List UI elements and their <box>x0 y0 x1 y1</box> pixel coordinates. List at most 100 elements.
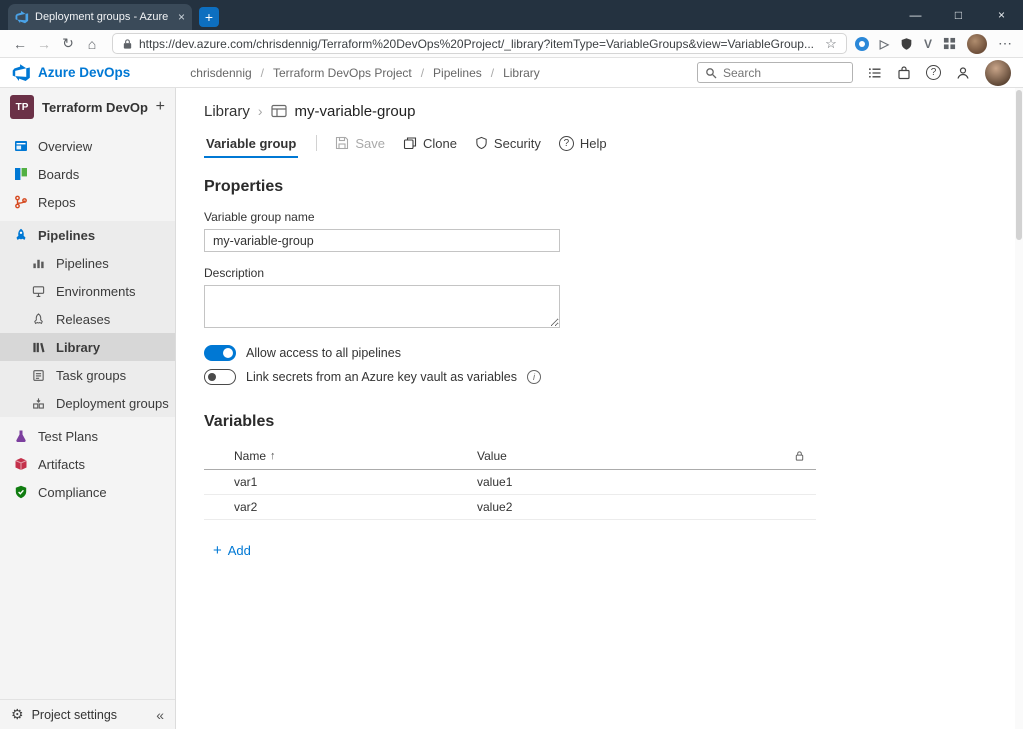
sidebar-item-artifacts[interactable]: Artifacts <box>0 450 175 478</box>
variables-table: Name ↑ Value var1 value1 var2 value2 <box>204 443 816 520</box>
security-label: Security <box>493 135 541 151</box>
extension-v-icon[interactable]: V <box>924 37 932 51</box>
sidebar-item-label: Overview <box>38 138 93 154</box>
sidebar-item-pipelines-sub[interactable]: Pipelines <box>0 249 175 277</box>
scrollbar[interactable] <box>1015 88 1023 729</box>
sidebar-item-overview[interactable]: Overview <box>0 132 175 160</box>
clone-button[interactable]: Clone <box>403 136 457 151</box>
sidebar-item-label: Boards <box>38 166 80 182</box>
sidebar-item-compliance[interactable]: Compliance <box>0 478 175 506</box>
sidebar-item-library[interactable]: Library <box>0 333 175 361</box>
sidebar-item-boards[interactable]: Boards <box>0 160 175 188</box>
column-header-value[interactable]: Value <box>477 449 782 463</box>
toolbar-divider <box>316 135 318 151</box>
library-breadcrumb-link[interactable]: Library <box>204 103 250 120</box>
link-keyvault-toggle[interactable] <box>204 369 236 385</box>
forward-icon[interactable]: → <box>32 36 56 52</box>
security-button[interactable]: Security <box>475 136 541 151</box>
browser-profile-avatar[interactable] <box>967 33 987 54</box>
description-field-label: Description <box>204 266 265 280</box>
tab-close-icon[interactable]: × <box>178 10 185 24</box>
sidebar-item-test-plans[interactable]: Test Plans <box>0 422 175 450</box>
extension-shield-icon[interactable] <box>900 37 913 51</box>
variable-name-cell[interactable]: var1 <box>204 475 477 489</box>
browser-menu-icon[interactable]: ⋯ <box>998 35 1013 52</box>
variables-table-header: Name ↑ Value <box>204 443 816 470</box>
new-tab-button[interactable]: + <box>199 7 219 27</box>
extension-a-icon[interactable] <box>854 36 869 51</box>
save-icon <box>336 136 349 150</box>
variable-value-cell[interactable]: value2 <box>477 500 782 514</box>
close-button[interactable]: × <box>980 0 1023 30</box>
project-switcher[interactable]: TP Terraform DevOps Proj... + <box>0 88 175 126</box>
scrollbar-thumb[interactable] <box>1016 90 1022 240</box>
breadcrumb-pipelines[interactable]: Pipelines <box>433 66 482 80</box>
variables-heading: Variables <box>204 413 275 430</box>
boards-icon <box>13 167 28 181</box>
sidebar-item-task-groups[interactable]: Task groups <box>0 361 175 389</box>
tab-variable-group[interactable]: Variable group <box>204 127 299 160</box>
minimize-button[interactable]: — <box>894 0 937 30</box>
deployment-groups-icon <box>31 397 46 410</box>
extension-play-icon[interactable]: ▷ <box>880 37 889 51</box>
help-button[interactable]: ? Help <box>558 135 607 151</box>
sidebar-item-label: Test Plans <box>38 428 98 444</box>
back-icon[interactable]: ← <box>8 36 32 52</box>
help-icon[interactable]: ? <box>926 65 941 80</box>
sidebar-item-label: Pipelines <box>56 255 109 271</box>
sort-asc-icon: ↑ <box>270 450 276 462</box>
marketplace-bag-icon[interactable] <box>897 65 911 80</box>
description-textarea[interactable] <box>204 285 560 328</box>
breadcrumb-separator: / <box>420 65 425 80</box>
sidebar-item-pipelines[interactable]: Pipelines <box>0 221 175 249</box>
variable-group-name-input[interactable] <box>204 229 560 252</box>
info-icon[interactable]: i <box>526 370 541 384</box>
security-shield-icon <box>476 136 487 150</box>
column-header-name[interactable]: Name <box>234 449 266 463</box>
list-icon[interactable] <box>868 66 882 80</box>
allow-access-toggle[interactable] <box>204 345 236 361</box>
artifacts-icon <box>13 457 28 471</box>
save-button[interactable]: Save <box>335 136 385 151</box>
sidebar-item-releases[interactable]: Releases <box>0 305 175 333</box>
breadcrumb-project[interactable]: Terraform DevOps Project <box>273 66 412 80</box>
azure-devops-logo[interactable] <box>12 63 31 82</box>
collections-icon[interactable] <box>943 37 956 50</box>
search-box[interactable] <box>697 62 853 83</box>
breadcrumb-org[interactable]: chrisdennig <box>190 66 251 80</box>
collapse-sidebar-icon[interactable]: « <box>156 707 164 723</box>
sidebar-item-environments[interactable]: Environments <box>0 277 175 305</box>
lock-column-icon <box>782 450 816 462</box>
url-bar[interactable]: https://dev.azure.com/chrisdennig/Terraf… <box>112 33 847 54</box>
variable-name-cell[interactable]: var2 <box>204 500 477 514</box>
project-settings-label: Project settings <box>31 707 118 722</box>
azure-devops-favicon <box>15 10 29 24</box>
help-label: Help <box>579 135 607 151</box>
sidebar-item-label: Library <box>56 339 101 355</box>
refresh-icon[interactable]: ↻ <box>56 35 80 52</box>
add-project-icon[interactable]: + <box>156 98 165 116</box>
favorite-star-icon[interactable]: ☆ <box>825 36 837 52</box>
sidebar-item-repos[interactable]: Repos <box>0 188 175 216</box>
sidebar-item-label: Releases <box>56 311 111 327</box>
sidebar-item-label: Pipelines <box>38 227 96 243</box>
table-row[interactable]: var1 value1 <box>204 470 816 495</box>
tab-title: Deployment groups - Azure Dev <box>35 11 172 23</box>
breadcrumb-library[interactable]: Library <box>503 66 540 80</box>
lock-icon <box>122 38 133 50</box>
sidebar-item-deployment-groups[interactable]: Deployment groups <box>0 389 175 417</box>
user-settings-icon[interactable] <box>956 66 970 80</box>
page-title: my-variable-group <box>294 102 416 120</box>
variable-value-cell[interactable]: value1 <box>477 475 782 489</box>
overview-icon <box>13 139 28 153</box>
home-icon[interactable]: ⌂ <box>80 36 104 52</box>
browser-tab[interactable]: Deployment groups - Azure Dev × <box>8 4 192 30</box>
add-variable-button[interactable]: + Add <box>213 542 251 559</box>
brand-link[interactable]: Azure DevOps <box>38 65 130 80</box>
table-row[interactable]: var2 value2 <box>204 495 816 520</box>
project-settings-button[interactable]: ⚙ Project settings « <box>0 699 175 729</box>
plus-icon: + <box>213 542 222 559</box>
maximize-button[interactable]: □ <box>937 0 980 30</box>
user-avatar[interactable] <box>985 59 1011 86</box>
search-input[interactable] <box>723 65 845 80</box>
